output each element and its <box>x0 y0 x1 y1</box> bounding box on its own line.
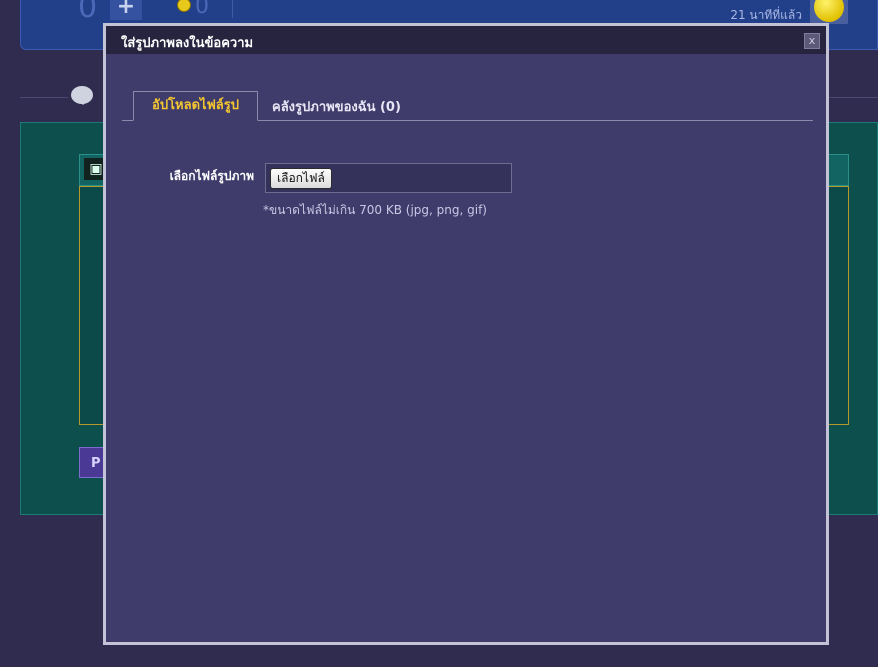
emoji-count: 0 <box>195 0 209 19</box>
vote-count: 0 <box>78 0 98 25</box>
divider <box>20 97 68 98</box>
tab-upload[interactable]: อัปโหลดไฟล์รูป <box>133 91 258 121</box>
divider <box>232 0 233 18</box>
dialog-title: ใส่รูปภาพลงในข้อความ <box>121 36 254 51</box>
comment-bubble-icon <box>71 86 93 105</box>
plus-button[interactable]: + <box>110 0 142 20</box>
tab-my-images[interactable]: คลังรูปภาพของฉัน (0) <box>272 96 401 117</box>
insert-image-dialog: ใส่รูปภาพลงในข้อความ x อัปโหลดไฟล์รูป คล… <box>103 23 829 645</box>
divider <box>829 97 878 98</box>
choose-file-button[interactable]: เลือกไฟล์ <box>270 168 332 189</box>
file-field-label: เลือกไฟล์รูปภาพ <box>169 169 254 183</box>
close-button[interactable]: x <box>804 33 820 49</box>
file-input[interactable]: เลือกไฟล์ <box>265 163 512 193</box>
dialog-header: ใส่รูปภาพลงในข้อความ x <box>106 26 826 54</box>
file-size-hint: *ขนาดไฟล์ไม่เกิน 700 KB (jpg, png, gif) <box>263 203 487 217</box>
